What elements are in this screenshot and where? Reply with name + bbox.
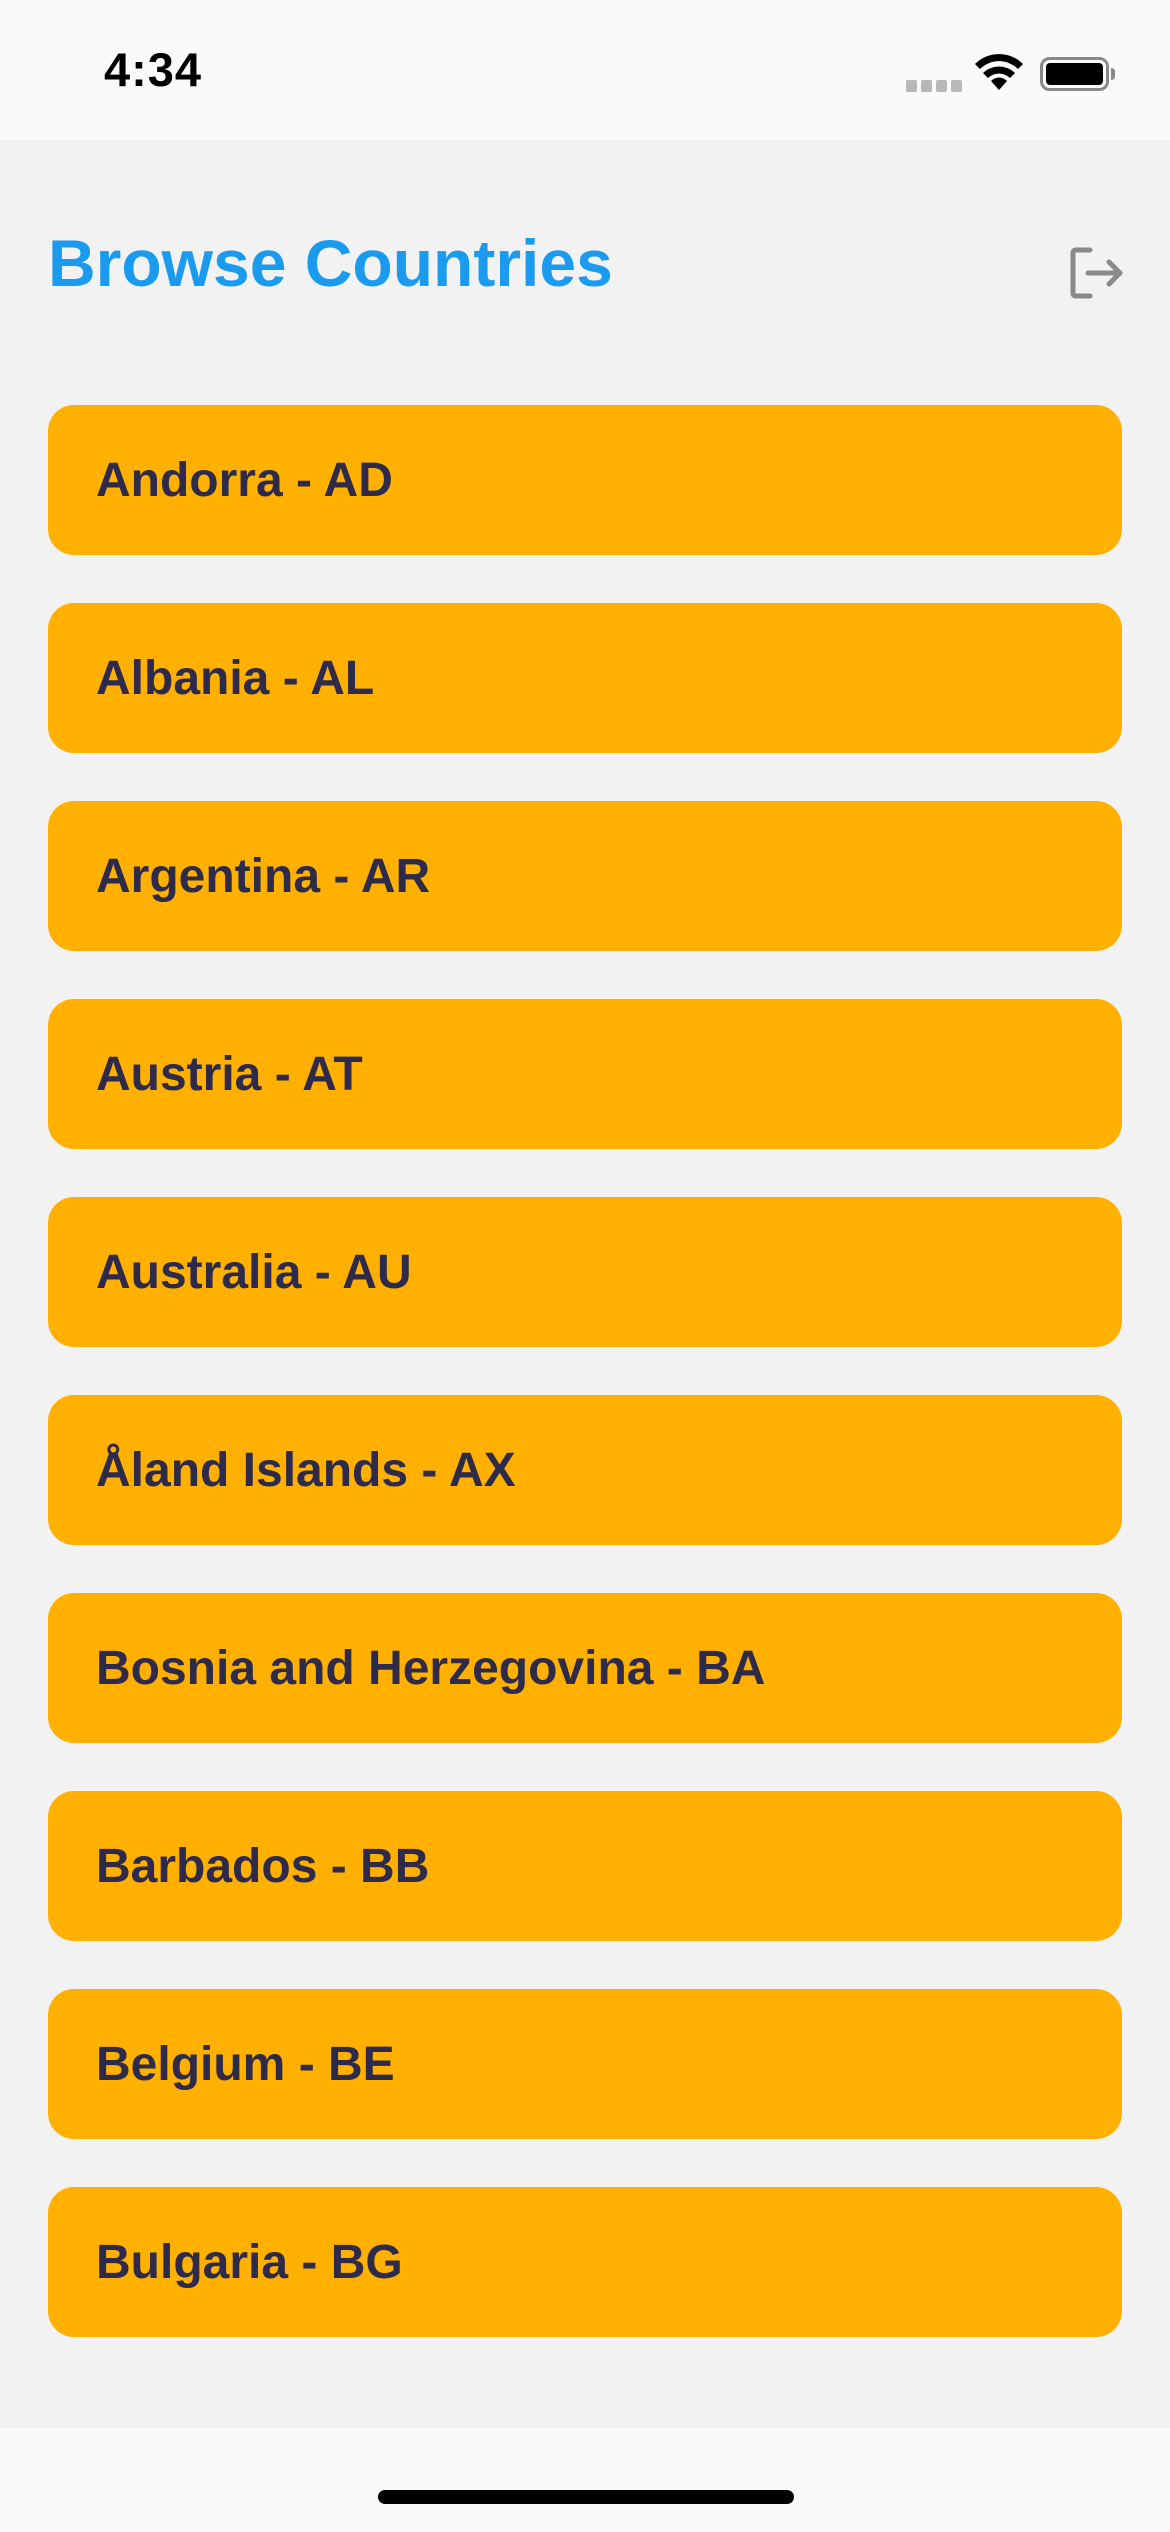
country-label: Bosnia and Herzegovina - BA [96,1641,766,1695]
page-title: Browse Countries [48,226,613,300]
battery-icon [1040,57,1115,91]
country-label: Austria - AT [96,1047,363,1101]
cellular-signal-icon [906,80,962,92]
country-label: Albania - AL [96,651,375,705]
status-time: 4:34 [104,43,203,96]
country-item-argentina[interactable]: Argentina - AR [48,801,1122,951]
country-label: Australia - AU [96,1245,412,1299]
country-item-australia[interactable]: Australia - AU [48,1197,1122,1347]
country-label: Åland Islands - AX [96,1443,516,1497]
country-item-albania[interactable]: Albania - AL [48,603,1122,753]
status-bar: 4:34 [0,0,1170,140]
wifi-icon [975,54,1023,90]
country-item-belgium[interactable]: Belgium - BE [48,1989,1122,2139]
logout-icon[interactable] [1068,244,1126,302]
main-content: Browse Countries Andorra - AD Albania - … [0,140,1170,2428]
country-item-bulgaria[interactable]: Bulgaria - BG [48,2187,1122,2337]
country-label: Belgium - BE [96,2037,395,2091]
country-label: Barbados - BB [96,1839,430,1893]
country-item-austria[interactable]: Austria - AT [48,999,1122,1149]
country-item-andorra[interactable]: Andorra - AD [48,405,1122,555]
country-label: Argentina - AR [96,849,431,903]
country-label: Bulgaria - BG [96,2235,403,2289]
country-item-bosnia-and-herzegovina[interactable]: Bosnia and Herzegovina - BA [48,1593,1122,1743]
country-list: Andorra - AD Albania - AL Argentina - AR… [48,405,1122,2385]
country-item-barbados[interactable]: Barbados - BB [48,1791,1122,1941]
country-label: Andorra - AD [96,453,393,507]
country-item-aland-islands[interactable]: Åland Islands - AX [48,1395,1122,1545]
home-indicator[interactable] [378,2490,794,2504]
bottom-safe-area [0,2428,1170,2532]
